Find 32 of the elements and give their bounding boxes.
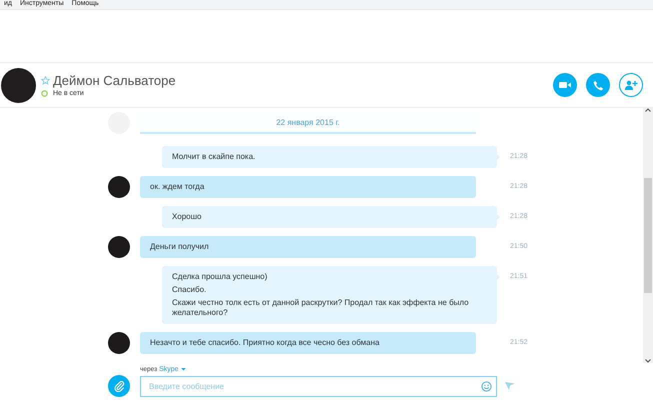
scrollbar-thumb[interactable] [644,178,652,293]
contact-name: Деймон Сальваторе [53,73,176,88]
message-text: Молчит в скайпе пока. [172,152,256,162]
message-text: Хорошо [172,212,202,222]
avatar-placeholder [108,332,130,354]
message-text: ок. ждем тогда [150,182,206,192]
message-text: Деньги получил [150,242,210,252]
paperclip-icon [114,380,124,392]
video-camera-icon [559,81,571,89]
send-icon[interactable] [505,382,515,390]
message-input-field[interactable]: Введите сообщение [140,376,497,396]
message-text: Незачто и тебе спасибо. Приятно когда все чесно без обмана [150,338,380,348]
message-text: Скажи честно толк есть от данной раскрутки? Продал так как эффекта не было желательного? [172,298,470,318]
chevron-down-icon [645,359,651,363]
date-banner: 22 января 2015 г. [140,112,476,134]
add-person-icon [624,80,638,90]
scrollbar[interactable] [643,108,653,363]
caret-icon [180,368,186,370]
add-contact-button[interactable] [619,73,643,97]
status-ring-icon [41,90,48,97]
call-button[interactable] [586,73,610,97]
avatar-placeholder [108,176,130,198]
attach-button[interactable] [108,375,130,397]
star-icon[interactable] [41,76,50,85]
smiley-icon [481,380,492,392]
message-text: Спасибо. [172,285,208,295]
phone-icon [592,80,604,90]
avatar-placeholder [1,68,36,102]
avatar-placeholder [108,236,130,258]
chevron-up-icon [645,108,651,112]
message-text: Сделка прошла успешно) [172,272,268,282]
video-call-button[interactable] [553,73,577,97]
